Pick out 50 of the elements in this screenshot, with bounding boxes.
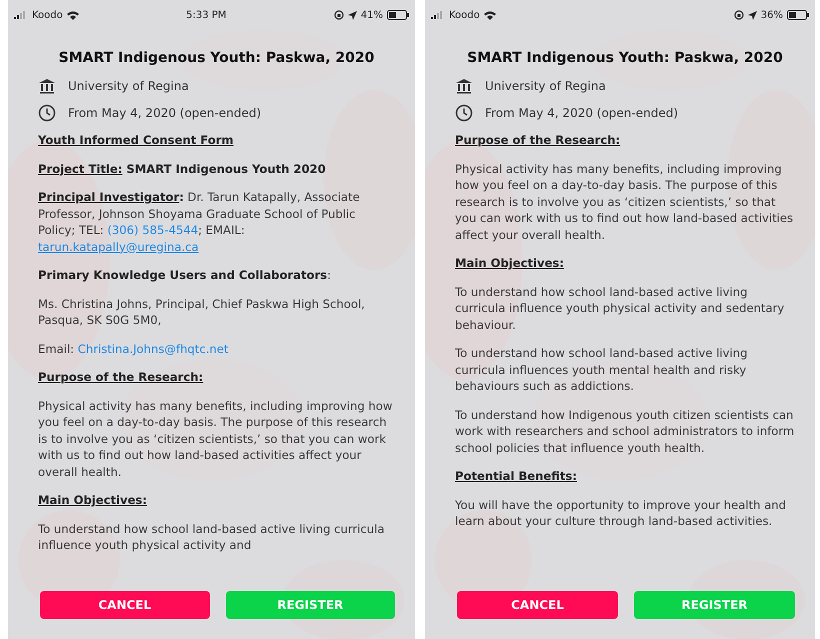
wifi-icon bbox=[66, 10, 79, 20]
battery-icon bbox=[386, 10, 409, 20]
paragraph-text: Physical activity has many benefits, including improving how you feel on a day-to-day basis. The purpose of this research is to involve you as ‘citizen scientists,’ so that you can work with us to find out how land-based activities affect your overall health. bbox=[455, 160, 794, 243]
battery-text: 41% bbox=[360, 10, 383, 20]
institution-text: University of Regina bbox=[68, 79, 189, 93]
location-icon bbox=[348, 10, 357, 20]
cancel-button[interactable]: CANCEL bbox=[40, 591, 210, 619]
section-heading: Youth Informed Consent Form bbox=[38, 132, 234, 148]
email-link[interactable]: Christina.Johns@fhqtc.net bbox=[78, 342, 228, 356]
paragraph-text: Physical activity has many benefits, including improving how you feel on a day-to-day basis. The purpose of this research is to involve you as ‘citizen scientists,’ so that you can work with us to find out how land-based activities affect your overall health. bbox=[38, 398, 394, 480]
signal-icon bbox=[431, 11, 445, 19]
paragraph-text: Primary Knowledge Users and Collaborators: bbox=[38, 267, 332, 284]
section-heading: Potential Benefits: bbox=[455, 468, 578, 484]
paragraph-text: To understand how school land-based active living curricula influence youth physical activity and bbox=[38, 520, 386, 554]
section-heading: Main Objectives: bbox=[38, 492, 148, 508]
email-link[interactable]: tarun.katapally@uregina.ca bbox=[38, 240, 199, 254]
battery-icon bbox=[787, 10, 809, 20]
clock-icon bbox=[455, 104, 473, 122]
carrier-text: Koodo bbox=[449, 10, 480, 20]
location-icon bbox=[748, 10, 757, 20]
carrier-text: Koodo bbox=[32, 10, 63, 20]
paragraph-text: Project Title: SMART Indigenous Youth 2020 bbox=[38, 160, 327, 177]
paragraph-text: To understand how school land-based active living curricula influences youth mental health and risky behaviours such as addictions. bbox=[455, 345, 748, 394]
date-text: From May 4, 2020 (open-ended) bbox=[68, 106, 262, 120]
register-button[interactable]: REGISTER bbox=[634, 591, 795, 619]
bank-icon bbox=[38, 78, 56, 94]
wifi-icon bbox=[484, 10, 496, 20]
paragraph-text: To understand how Indigenous youth citizen scientists can work with researchers and school administrators to inform school policies that influence youth health. bbox=[455, 406, 795, 456]
register-button[interactable]: REGISTER bbox=[226, 591, 395, 619]
paragraph-text: Email: Christina.Johns@fhqtc.net bbox=[38, 340, 230, 357]
cancel-button[interactable]: CANCEL bbox=[457, 591, 618, 619]
date-text: From May 4, 2020 (open-ended) bbox=[485, 106, 678, 120]
paragraph-text: You will have the opportunity to improve your health and learn about your culture through land-based activities. bbox=[455, 496, 788, 530]
rotation-lock-icon bbox=[734, 10, 744, 20]
clock-icon bbox=[38, 104, 56, 122]
section-heading: Purpose of the Research: bbox=[38, 369, 204, 386]
section-heading: Purpose of the Research: bbox=[455, 132, 622, 148]
bank-icon bbox=[455, 78, 473, 94]
rotation-lock-icon bbox=[334, 10, 344, 20]
institution-text: University of Regina bbox=[485, 79, 606, 93]
phone-link[interactable]: (306) 585-4544 bbox=[107, 223, 198, 237]
battery-text: 36% bbox=[760, 10, 783, 20]
event-title: SMART Indigenous Youth: Paskwa, 2020 bbox=[58, 50, 376, 66]
paragraph-text: Ms. Christina Johns, Principal, Chief Paskwa High School, Pasqua, SK S0G 5M0, bbox=[38, 296, 366, 328]
section-heading: Main Objectives: bbox=[455, 255, 565, 272]
time-text: 5:33 PM bbox=[186, 10, 226, 20]
paragraph-text: To understand how school land-based active living curricula influence youth physical activity and sedentary behaviour. bbox=[455, 284, 786, 333]
event-title: SMART Indigenous Youth: Paskwa, 2020 bbox=[466, 50, 784, 66]
paragraph-text: Principal Investigator: Dr. Tarun Katapally, Associate Professor, Johnson Shoyama Graduate School of Public Policy; TEL: (306) 585-4544; EMAIL: tarun.katapally@uregina.ca bbox=[38, 189, 361, 255]
signal-icon bbox=[14, 11, 28, 19]
